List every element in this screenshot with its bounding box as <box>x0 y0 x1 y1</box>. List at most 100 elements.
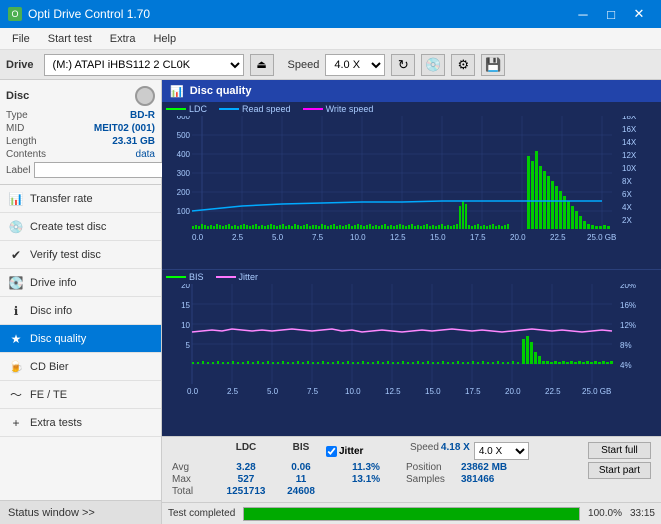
minimize-button[interactable]: ─ <box>569 0 597 28</box>
label-key: Label <box>6 165 30 176</box>
nav-drive-info[interactable]: 💽 Drive info <box>0 269 161 297</box>
disc-icon <box>135 86 155 106</box>
progress-text: Test completed <box>168 508 235 519</box>
svg-text:0.0: 0.0 <box>187 387 199 396</box>
progress-section: Test completed 100.0% 33:15 <box>162 502 661 524</box>
top-chart-legend: LDC Read speed Write speed <box>162 102 661 116</box>
svg-text:600: 600 <box>177 116 191 121</box>
refresh-button[interactable]: ↻ <box>391 54 415 76</box>
svg-text:8X: 8X <box>622 177 632 186</box>
extra-tests-icon: + <box>8 415 24 431</box>
menu-help[interactable]: Help <box>145 31 184 47</box>
nav-verify-test-disc[interactable]: ✔ Verify test disc <box>0 241 161 269</box>
label-input[interactable] <box>34 162 172 178</box>
menu-start-test[interactable]: Start test <box>40 31 100 47</box>
settings-button[interactable]: ⚙ <box>451 54 475 76</box>
svg-text:18X: 18X <box>622 116 637 121</box>
svg-text:2.5: 2.5 <box>227 387 239 396</box>
transfer-rate-icon: 📊 <box>8 191 24 207</box>
type-val: BD-R <box>130 110 155 121</box>
position-val: 23862 MB <box>461 462 507 473</box>
length-val: 23.31 GB <box>112 136 155 147</box>
jitter-label: Jitter <box>339 446 363 457</box>
title-bar: O Opti Drive Control 1.70 ─ □ ✕ <box>0 0 661 28</box>
svg-text:25.0 GB: 25.0 GB <box>582 387 611 396</box>
svg-text:22.5: 22.5 <box>550 233 566 242</box>
svg-text:5: 5 <box>186 341 191 350</box>
speed-stat-val: 4.18 X <box>441 442 470 460</box>
status-window-button[interactable]: Status window >> <box>0 500 161 524</box>
dq-title: Disc quality <box>190 85 252 97</box>
max-jitter: 13.1% <box>326 474 406 485</box>
menu-file[interactable]: File <box>4 31 38 47</box>
top-chart-svg: 600 500 400 300 200 100 18X 16X 14X 12X … <box>162 116 652 246</box>
svg-text:5.0: 5.0 <box>267 387 279 396</box>
speed-select[interactable]: 4.0 X <box>325 54 385 76</box>
total-ldc: 1251713 <box>216 486 276 497</box>
jitter-legend: Jitter <box>216 272 259 282</box>
bottom-chart-legend: BIS Jitter <box>162 270 661 284</box>
svg-text:100: 100 <box>177 207 191 216</box>
disc-quality-header: 📊 Disc quality <box>162 80 661 102</box>
drive-select[interactable]: (M:) ATAPI iHBS112 2 CL0K <box>44 54 244 76</box>
menu-bar: File Start test Extra Help <box>0 28 661 50</box>
svg-text:10X: 10X <box>622 164 637 173</box>
nav-cd-bier[interactable]: 🍺 CD Bier <box>0 353 161 381</box>
start-part-button[interactable]: Start part <box>588 462 651 479</box>
svg-text:10.0: 10.0 <box>350 233 366 242</box>
svg-text:20.0: 20.0 <box>510 233 526 242</box>
svg-text:12X: 12X <box>622 151 637 160</box>
avg-label: Avg <box>172 462 216 473</box>
bottom-chart: BIS Jitter <box>162 270 661 437</box>
nav-items: 📊 Transfer rate 💿 Create test disc ✔ Ver… <box>0 185 161 500</box>
bis-legend: BIS <box>166 272 204 282</box>
nav-disc-quality-label: Disc quality <box>30 333 86 345</box>
nav-extra-tests[interactable]: + Extra tests <box>0 409 161 437</box>
svg-text:2X: 2X <box>622 216 632 225</box>
progress-time: 33:15 <box>630 508 655 519</box>
eject-button[interactable]: ⏏ <box>250 54 274 76</box>
app-title: Opti Drive Control 1.70 <box>28 7 150 21</box>
maximize-button[interactable]: □ <box>597 0 625 28</box>
window-controls: ─ □ ✕ <box>569 0 653 28</box>
disc-contents-row: Contents data <box>6 149 155 160</box>
contents-key: Contents <box>6 149 46 160</box>
type-key: Type <box>6 110 28 121</box>
create-test-disc-icon: 💿 <box>8 219 24 235</box>
jitter-checkbox[interactable] <box>326 446 337 457</box>
drive-label: Drive <box>6 59 34 71</box>
main-layout: Disc Type BD-R MID MEIT02 (001) Length 2… <box>0 80 661 524</box>
dq-header-icon: 📊 <box>170 85 184 98</box>
start-full-button[interactable]: Start full <box>588 442 651 459</box>
progress-fill <box>244 508 579 520</box>
stats-footer: LDC BIS Jitter Speed 4.18 X 4.0 X <box>162 436 661 502</box>
charts-container: LDC Read speed Write speed <box>162 102 661 436</box>
svg-text:500: 500 <box>177 131 191 140</box>
disc-quality-icon: ★ <box>8 331 24 347</box>
svg-text:10.0: 10.0 <box>345 387 361 396</box>
menu-extra[interactable]: Extra <box>102 31 144 47</box>
max-label: Max <box>172 474 216 485</box>
disc-mid-row: MID MEIT02 (001) <box>6 123 155 134</box>
progress-percent: 100.0% <box>588 508 622 519</box>
stats-speed-select[interactable]: 4.0 X <box>474 442 529 460</box>
disc-button[interactable]: 💿 <box>421 54 445 76</box>
nav-disc-info[interactable]: ℹ Disc info <box>0 297 161 325</box>
svg-text:15: 15 <box>181 301 190 310</box>
bis-header: BIS <box>276 442 326 460</box>
ldc-header: LDC <box>216 442 276 460</box>
nav-fe-te[interactable]: 〜 FE / TE <box>0 381 161 409</box>
svg-text:14X: 14X <box>622 138 637 147</box>
save-button[interactable]: 💾 <box>481 54 505 76</box>
svg-text:12%: 12% <box>620 321 636 330</box>
svg-text:200: 200 <box>177 188 191 197</box>
nav-disc-quality[interactable]: ★ Disc quality <box>0 325 161 353</box>
svg-text:17.5: 17.5 <box>470 233 486 242</box>
close-button[interactable]: ✕ <box>625 0 653 28</box>
bottom-chart-svg: 20 15 10 5 20% 16% 12% 8% 4% 0.0 2.5 5.0… <box>162 284 652 399</box>
nav-transfer-rate[interactable]: 📊 Transfer rate <box>0 185 161 213</box>
disc-type-row: Type BD-R <box>6 110 155 121</box>
nav-create-test-disc[interactable]: 💿 Create test disc <box>0 213 161 241</box>
samples-label: Samples <box>406 474 461 485</box>
samples-val: 381466 <box>461 474 494 485</box>
